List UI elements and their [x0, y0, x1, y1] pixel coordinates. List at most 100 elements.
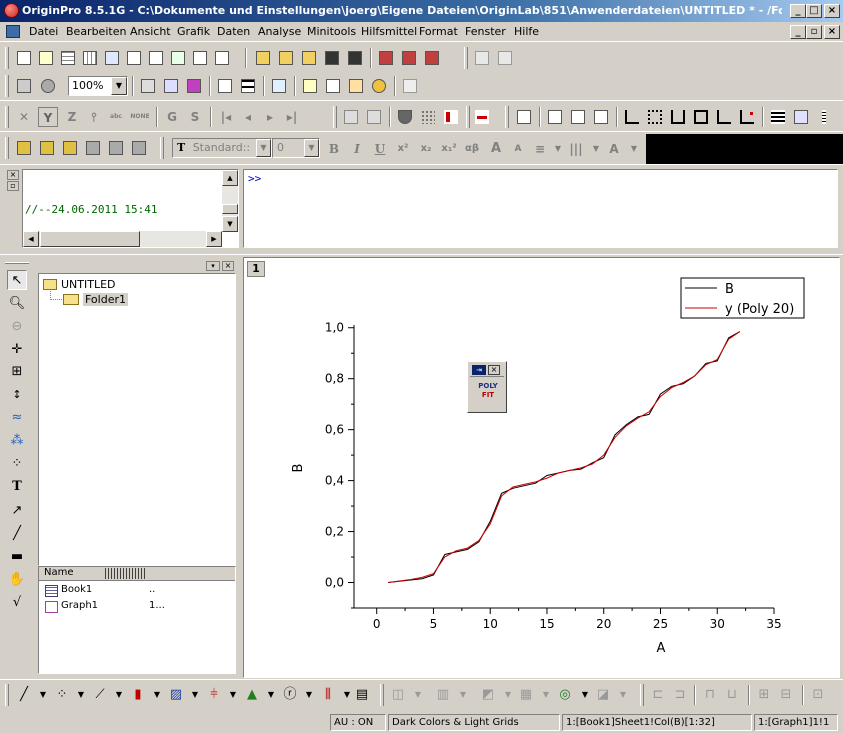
- rows-icon[interactable]: [238, 76, 258, 96]
- stock-plot-icon[interactable]: ⫼: [318, 685, 338, 705]
- arrow-tool-icon[interactable]: ↗: [7, 501, 27, 521]
- data-reader-tool-icon[interactable]: ✛: [7, 340, 27, 360]
- layout-4-icon[interactable]: [591, 107, 611, 127]
- zoom-combo[interactable]: 100% ▼: [68, 76, 128, 96]
- new-folder-icon[interactable]: [36, 48, 56, 68]
- chevron-down-icon[interactable]: ▼: [111, 77, 127, 95]
- axis-y-button[interactable]: Y: [38, 107, 58, 127]
- italic-button[interactable]: I: [347, 139, 367, 159]
- arrange-icon[interactable]: [441, 107, 461, 127]
- stack3-icon[interactable]: [129, 138, 149, 158]
- rescale-icon[interactable]: [341, 107, 361, 127]
- history-panel[interactable]: //--24.06.2011 15:41 ▲ ▼ ◀ ▶: [22, 169, 239, 248]
- chevron-down-icon[interactable]: ▼: [586, 139, 606, 159]
- add-column-icon[interactable]: [400, 76, 420, 96]
- lines-icon[interactable]: [768, 107, 788, 127]
- line-plot-icon[interactable]: ╱: [14, 685, 34, 705]
- history-hscrollbar[interactable]: ◀ ▶: [23, 231, 222, 247]
- poly-fit-button[interactable]: POLY FIT: [476, 382, 500, 408]
- prev-icon[interactable]: ◂: [238, 107, 258, 127]
- first-icon[interactable]: |◂: [216, 107, 236, 127]
- scatter-plot-icon[interactable]: ⁘: [52, 685, 72, 705]
- label-abc-icon[interactable]: abc: [106, 107, 126, 127]
- axis-z-button[interactable]: Z: [62, 107, 82, 127]
- open-template-icon[interactable]: [276, 48, 296, 68]
- axis-offset-icon[interactable]: [714, 107, 734, 127]
- chevron-down-icon[interactable]: ▼: [147, 685, 167, 705]
- close-icon[interactable]: ×: [488, 365, 500, 375]
- menu-grafik[interactable]: Grafik: [177, 25, 210, 38]
- graph-window[interactable]: 1 0 5 10 15 20 25 30 35 0,0 0,2 0,4 0,6 0,8 1,0 A B By …: [243, 257, 840, 678]
- mdi-restore-button[interactable]: ▫: [806, 25, 822, 39]
- new-excel-icon[interactable]: [80, 48, 100, 68]
- label-none-icon[interactable]: NONE: [130, 107, 150, 127]
- menu-format[interactable]: Format: [419, 25, 458, 38]
- save-icon[interactable]: [322, 48, 342, 68]
- column-resize-handle[interactable]: [105, 568, 147, 579]
- image-plot-icon[interactable]: ◪: [593, 685, 613, 705]
- regional-mask-icon[interactable]: ⁂: [7, 431, 27, 451]
- last-icon[interactable]: ▸|: [282, 107, 302, 127]
- menu-hilfe[interactable]: Hilfe: [514, 25, 539, 38]
- script-window-icon[interactable]: [323, 76, 343, 96]
- scroll-up-icon[interactable]: ▲: [222, 170, 238, 186]
- axis-box-icon[interactable]: [645, 107, 665, 127]
- list-item-book1[interactable]: Book1: [61, 584, 92, 595]
- open-gear-icon[interactable]: [37, 138, 57, 158]
- grid-dots-icon[interactable]: [418, 107, 438, 127]
- align-left-icon[interactable]: ⊏: [648, 685, 668, 705]
- scroll-down-icon[interactable]: ▼: [222, 216, 238, 232]
- chevron-down-icon[interactable]: ▼: [304, 139, 319, 157]
- 3d-bar-icon[interactable]: ▥: [433, 685, 453, 705]
- font-combo[interactable]: T Standard:: ▼: [172, 138, 272, 158]
- chevron-down-icon[interactable]: ▼: [536, 685, 556, 705]
- poly-fit-panel[interactable]: ⇥ × POLY FIT: [467, 361, 507, 413]
- mdi-minimize-button[interactable]: _: [790, 25, 806, 39]
- align-icon[interactable]: ≡: [530, 139, 550, 159]
- superscript-button[interactable]: x²: [393, 139, 413, 159]
- error-bar-icon[interactable]: ⫯: [84, 107, 104, 127]
- menu-hilfsmittel[interactable]: Hilfsmittel: [361, 25, 417, 38]
- zoom-in-icon[interactable]: 🔍︎: [7, 294, 27, 314]
- new-workbook-icon[interactable]: [58, 48, 78, 68]
- chevron-down-icon[interactable]: ▼: [548, 139, 568, 159]
- cancel-x-icon[interactable]: ✕: [14, 107, 34, 127]
- equation-icon[interactable]: √: [7, 593, 27, 613]
- new-matrix-icon[interactable]: [102, 48, 122, 68]
- align-right-icon[interactable]: ⊐: [670, 685, 690, 705]
- gear-icon[interactable]: [369, 76, 389, 96]
- new-code-icon[interactable]: [212, 48, 232, 68]
- layout-2-icon[interactable]: [568, 107, 588, 127]
- line-tool-icon[interactable]: ╱: [7, 524, 27, 544]
- text-tool-icon[interactable]: T: [7, 477, 27, 497]
- menu-bearbeiten[interactable]: Bearbeiten: [66, 25, 126, 38]
- chevron-down-icon[interactable]: ▼: [33, 685, 53, 705]
- pencil-icon[interactable]: [14, 138, 34, 158]
- screen-reader-tool-icon[interactable]: ⊞: [7, 362, 27, 382]
- folder-tree[interactable]: UNTITLED Folder1: [38, 273, 236, 566]
- legend-icon[interactable]: [791, 107, 811, 127]
- new-notes-icon[interactable]: [190, 48, 210, 68]
- restore-icon[interactable]: ▫: [7, 181, 19, 191]
- pointer-icon[interactable]: ↖: [7, 270, 27, 290]
- root-folder-label[interactable]: UNTITLED: [61, 278, 116, 291]
- new-project-icon[interactable]: [14, 48, 34, 68]
- refresh-icon[interactable]: [38, 76, 58, 96]
- bold-button[interactable]: B: [324, 139, 344, 159]
- font-size-combo[interactable]: 0 ▼: [272, 138, 320, 158]
- menu-daten[interactable]: Daten: [217, 25, 250, 38]
- subfolder-label[interactable]: Folder1: [83, 293, 128, 306]
- stack2-icon[interactable]: [106, 138, 126, 158]
- 3d-plot-icon[interactable]: ◫: [388, 685, 408, 705]
- window-list[interactable]: Name Book1 .. Graph1 1...: [38, 566, 236, 674]
- mdi-close-button[interactable]: ×: [824, 25, 840, 39]
- hscroll-thumb[interactable]: [40, 231, 140, 247]
- 3d-wire-icon[interactable]: ▦: [516, 685, 536, 705]
- chevron-down-icon[interactable]: ▼: [575, 685, 595, 705]
- axis-lr-icon[interactable]: [668, 107, 688, 127]
- menu-datei[interactable]: Datei: [29, 25, 58, 38]
- vertical-ticks-icon[interactable]: [814, 107, 834, 127]
- draw-data-icon[interactable]: ≈: [7, 408, 27, 428]
- stack-icon[interactable]: [83, 138, 103, 158]
- menu-ansicht[interactable]: Ansicht: [130, 25, 171, 38]
